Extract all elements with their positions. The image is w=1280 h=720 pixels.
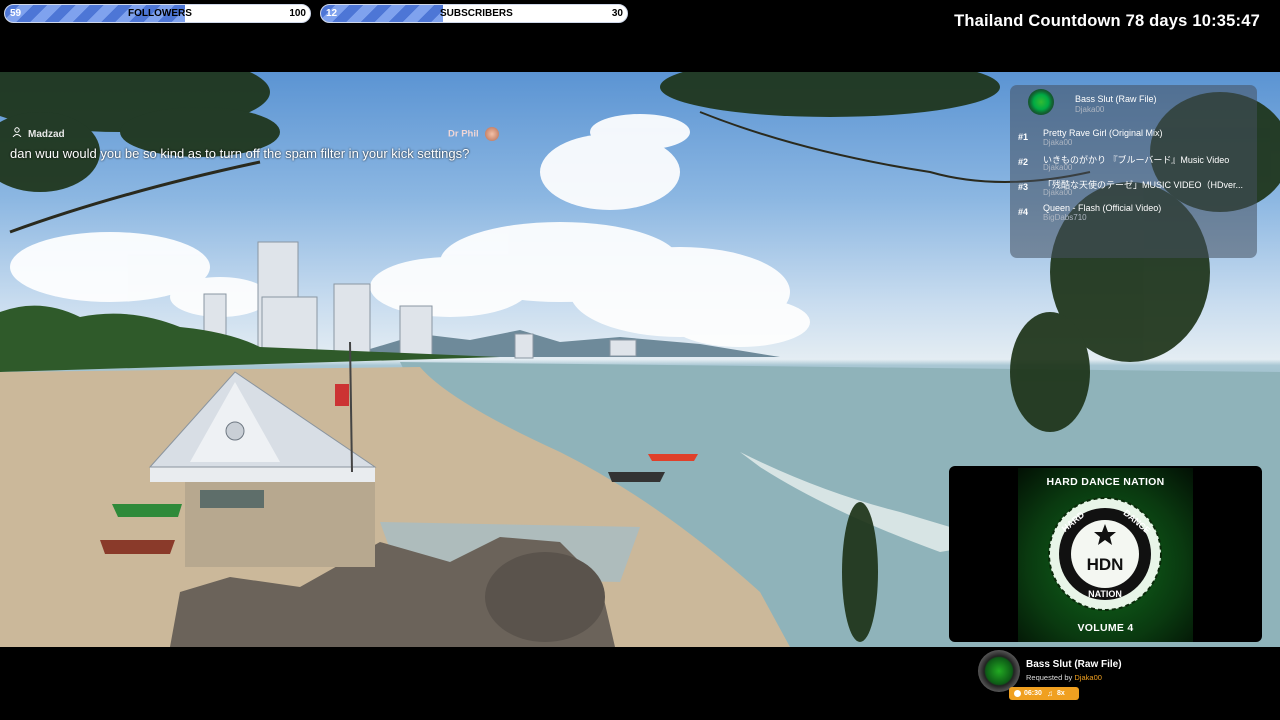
list-item-requester: Djaka00: [1043, 188, 1073, 197]
list-item-requester: Djaka00: [1043, 138, 1073, 147]
clock-icon: [1014, 690, 1021, 697]
album-ring-nation: NATION: [1088, 589, 1122, 599]
subscribers-target: 30: [611, 8, 623, 19]
current-track-title: Bass Slut (Raw File): [1075, 94, 1157, 104]
list-item-number: #1: [1018, 132, 1029, 142]
now-playing-disc-icon: [978, 650, 1020, 692]
chat-tag: Dr Phil: [448, 127, 500, 141]
album-title: HARD DANCE NATION: [1046, 476, 1165, 488]
list-item-title: 「残酷な天使のテーゼ」MUSIC VIDEO（HDver...: [1043, 180, 1244, 190]
requested-prefix: Requested by: [1026, 673, 1073, 682]
list-item-number: #3: [1018, 182, 1029, 192]
current-track-art: [1028, 89, 1054, 115]
music-note-icon: ♫: [1047, 689, 1053, 698]
subscribers-label: SUBSCRIBERS: [440, 8, 513, 19]
subscribers-goal-fill: [321, 5, 444, 22]
list-item-requester: Djaka00: [1043, 163, 1073, 172]
list-item-title: いきものがかり 『ブルーバード』Music Video: [1043, 155, 1230, 165]
now-playing-time: 06:30: [1024, 690, 1042, 697]
avatar: [485, 127, 500, 141]
now-playing-title: Bass Slut (Raw File): [1026, 659, 1122, 670]
list-item-title: Pretty Rave Girl (Original Mix): [1043, 128, 1163, 138]
album-logo: HDN: [1087, 555, 1124, 574]
playlist-panel: Bass Slut (Raw File) Djaka00 #1 Pretty R…: [1010, 85, 1257, 258]
hdn-logo-icon: HDN HARD DANCE NATION: [1048, 497, 1162, 611]
subscribers-current: 12: [326, 8, 338, 19]
followers-label: FOLLOWERS: [128, 8, 192, 19]
current-track-requester: Djaka00: [1075, 105, 1105, 114]
album-volume: VOLUME 4: [1077, 622, 1134, 634]
user-icon: [12, 127, 22, 140]
now-playing-count: 8x: [1057, 690, 1065, 697]
subscribers-goal-bar: 12 SUBSCRIBERS 30: [320, 4, 628, 23]
chat-user: Madzad: [12, 127, 65, 140]
chat-tag-label: Dr Phil: [448, 128, 479, 140]
list-item-number: #2: [1018, 157, 1029, 167]
chat-username: Madzad: [28, 129, 65, 140]
list-item-title: Queen - Flash (Official Video): [1043, 203, 1162, 213]
followers-current: 59: [10, 8, 22, 19]
followers-goal-bar: 59 FOLLOWERS 100: [4, 4, 311, 23]
current-track: Bass Slut (Raw File) Djaka00: [1020, 89, 1250, 115]
list-item-number: #4: [1018, 207, 1029, 217]
followers-target: 100: [289, 8, 306, 19]
album-art: HARD DANCE NATION HDN HARD DANCE NATION …: [1018, 468, 1193, 642]
chat-message: dan wuu would you be so kind as to turn …: [10, 146, 470, 161]
now-playing-requested: Requested by Djaka00: [1026, 673, 1102, 682]
requester-name: Djaka00: [1074, 673, 1102, 682]
now-playing-stats-badge: 06:30 ♫ 8x: [1009, 687, 1079, 700]
list-item-requester: BigDabs710: [1043, 213, 1087, 222]
countdown-timer: Thailand Countdown 78 days 10:35:47: [954, 12, 1260, 30]
